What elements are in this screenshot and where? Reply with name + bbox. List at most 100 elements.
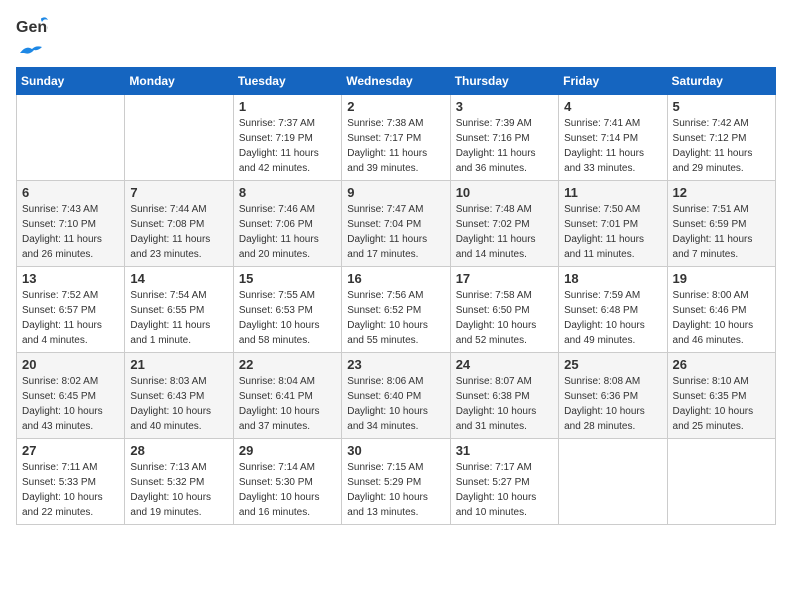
calendar-cell: 5 Sunrise: 7:42 AMSunset: 7:12 PMDaylight… [667,95,775,181]
day-info: Sunrise: 7:44 AMSunset: 7:08 PMDaylight:… [130,202,227,262]
day-info: Sunrise: 7:43 AMSunset: 7:10 PMDaylight:… [22,202,119,262]
calendar-cell: 7 Sunrise: 7:44 AMSunset: 7:08 PMDaylight… [125,181,233,267]
day-info: Sunrise: 8:07 AMSunset: 6:38 PMDaylight:… [456,374,553,434]
day-info: Sunrise: 7:17 AMSunset: 5:27 PMDaylight:… [456,460,553,520]
calendar-cell: 24 Sunrise: 8:07 AMSunset: 6:38 PMDayligh… [450,353,558,439]
day-header-tuesday: Tuesday [233,68,341,95]
day-number: 12 [673,185,770,200]
day-info: Sunrise: 7:52 AMSunset: 6:57 PMDaylight:… [22,288,119,348]
day-number: 17 [456,271,553,286]
day-info: Sunrise: 7:42 AMSunset: 7:12 PMDaylight:… [673,116,770,176]
calendar-cell: 3 Sunrise: 7:39 AMSunset: 7:16 PMDaylight… [450,95,558,181]
calendar-cell: 23 Sunrise: 8:06 AMSunset: 6:40 PMDayligh… [342,353,450,439]
day-info: Sunrise: 7:54 AMSunset: 6:55 PMDaylight:… [130,288,227,348]
day-info: Sunrise: 7:55 AMSunset: 6:53 PMDaylight:… [239,288,336,348]
calendar-cell: 15 Sunrise: 7:55 AMSunset: 6:53 PMDayligh… [233,267,341,353]
day-number: 11 [564,185,661,200]
day-info: Sunrise: 8:03 AMSunset: 6:43 PMDaylight:… [130,374,227,434]
day-number: 28 [130,443,227,458]
calendar-cell: 1 Sunrise: 7:37 AMSunset: 7:19 PMDaylight… [233,95,341,181]
day-number: 5 [673,99,770,114]
calendar-cell: 16 Sunrise: 7:56 AMSunset: 6:52 PMDayligh… [342,267,450,353]
calendar-cell: 12Sunrise: 7:51 AMSunset: 6:59 PMDayligh… [667,181,775,267]
day-number: 8 [239,185,336,200]
svg-text:General: General [16,19,48,36]
week-row-2: 6 Sunrise: 7:43 AMSunset: 7:10 PMDaylight… [17,181,776,267]
day-info: Sunrise: 8:10 AMSunset: 6:35 PMDaylight:… [673,374,770,434]
day-number: 27 [22,443,119,458]
day-info: Sunrise: 7:39 AMSunset: 7:16 PMDaylight:… [456,116,553,176]
calendar-cell: 10 Sunrise: 7:48 AMSunset: 7:02 PMDayligh… [450,181,558,267]
calendar-cell: 25 Sunrise: 8:08 AMSunset: 6:36 PMDayligh… [559,353,667,439]
day-number: 24 [456,357,553,372]
day-header-wednesday: Wednesday [342,68,450,95]
calendar-cell: 20Sunrise: 8:02 AMSunset: 6:45 PMDayligh… [17,353,125,439]
calendar-cell: 6 Sunrise: 7:43 AMSunset: 7:10 PMDaylight… [17,181,125,267]
day-number: 10 [456,185,553,200]
day-info: Sunrise: 8:04 AMSunset: 6:41 PMDaylight:… [239,374,336,434]
calendar-cell [559,439,667,525]
day-info: Sunrise: 7:58 AMSunset: 6:50 PMDaylight:… [456,288,553,348]
calendar-cell: 18Sunrise: 7:59 AMSunset: 6:48 PMDayligh… [559,267,667,353]
day-header-saturday: Saturday [667,68,775,95]
day-number: 25 [564,357,661,372]
calendar-cell [17,95,125,181]
day-info: Sunrise: 8:00 AMSunset: 6:46 PMDaylight:… [673,288,770,348]
day-number: 9 [347,185,444,200]
calendar-cell: 28 Sunrise: 7:13 AMSunset: 5:32 PMDayligh… [125,439,233,525]
day-info: Sunrise: 8:08 AMSunset: 6:36 PMDaylight:… [564,374,661,434]
logo-bird-icon [18,43,44,61]
calendar-cell: 29Sunrise: 7:14 AMSunset: 5:30 PMDayligh… [233,439,341,525]
calendar-table: SundayMondayTuesdayWednesdayThursdayFrid… [16,67,776,525]
calendar-cell: 11Sunrise: 7:50 AMSunset: 7:01 PMDayligh… [559,181,667,267]
calendar-cell: 22 Sunrise: 8:04 AMSunset: 6:41 PMDayligh… [233,353,341,439]
day-info: Sunrise: 8:06 AMSunset: 6:40 PMDaylight:… [347,374,444,434]
day-info: Sunrise: 7:46 AMSunset: 7:06 PMDaylight:… [239,202,336,262]
day-number: 13 [22,271,119,286]
calendar-cell [125,95,233,181]
day-info: Sunrise: 7:56 AMSunset: 6:52 PMDaylight:… [347,288,444,348]
day-number: 23 [347,357,444,372]
day-number: 26 [673,357,770,372]
day-number: 21 [130,357,227,372]
day-info: Sunrise: 7:47 AMSunset: 7:04 PMDaylight:… [347,202,444,262]
calendar-cell: 30Sunrise: 7:15 AMSunset: 5:29 PMDayligh… [342,439,450,525]
day-number: 14 [130,271,227,286]
day-number: 16 [347,271,444,286]
day-number: 31 [456,443,553,458]
calendar-cell [667,439,775,525]
day-info: Sunrise: 7:37 AMSunset: 7:19 PMDaylight:… [239,116,336,176]
day-number: 1 [239,99,336,114]
day-number: 7 [130,185,227,200]
calendar-cell: 26 Sunrise: 8:10 AMSunset: 6:35 PMDayligh… [667,353,775,439]
day-number: 19 [673,271,770,286]
calendar-cell: 4Sunrise: 7:41 AMSunset: 7:14 PMDaylight… [559,95,667,181]
day-header-friday: Friday [559,68,667,95]
day-info: Sunrise: 7:48 AMSunset: 7:02 PMDaylight:… [456,202,553,262]
day-header-monday: Monday [125,68,233,95]
week-row-4: 20Sunrise: 8:02 AMSunset: 6:45 PMDayligh… [17,353,776,439]
day-info: Sunrise: 7:15 AMSunset: 5:29 PMDaylight:… [347,460,444,520]
calendar-cell: 17 Sunrise: 7:58 AMSunset: 6:50 PMDayligh… [450,267,558,353]
day-number: 20 [22,357,119,372]
day-number: 15 [239,271,336,286]
day-number: 3 [456,99,553,114]
calendar-cell: 21 Sunrise: 8:03 AMSunset: 6:43 PMDayligh… [125,353,233,439]
calendar-cell: 14 Sunrise: 7:54 AMSunset: 6:55 PMDayligh… [125,267,233,353]
calendar-cell: 13 Sunrise: 7:52 AMSunset: 6:57 PMDayligh… [17,267,125,353]
calendar-cell: 9 Sunrise: 7:47 AMSunset: 7:04 PMDaylight… [342,181,450,267]
day-number: 22 [239,357,336,372]
day-info: Sunrise: 7:59 AMSunset: 6:48 PMDaylight:… [564,288,661,348]
day-info: Sunrise: 7:41 AMSunset: 7:14 PMDaylight:… [564,116,661,176]
logo-icon: General [16,16,48,43]
day-number: 6 [22,185,119,200]
calendar-cell: 2Sunrise: 7:38 AMSunset: 7:17 PMDaylight… [342,95,450,181]
day-info: Sunrise: 7:13 AMSunset: 5:32 PMDaylight:… [130,460,227,520]
calendar-cell: 27 Sunrise: 7:11 AMSunset: 5:33 PMDayligh… [17,439,125,525]
calendar-cell: 19 Sunrise: 8:00 AMSunset: 6:46 PMDayligh… [667,267,775,353]
header-row: SundayMondayTuesdayWednesdayThursdayFrid… [17,68,776,95]
day-number: 29 [239,443,336,458]
day-header-sunday: Sunday [17,68,125,95]
day-info: Sunrise: 7:11 AMSunset: 5:33 PMDaylight:… [22,460,119,520]
week-row-1: 1 Sunrise: 7:37 AMSunset: 7:19 PMDaylight… [17,95,776,181]
